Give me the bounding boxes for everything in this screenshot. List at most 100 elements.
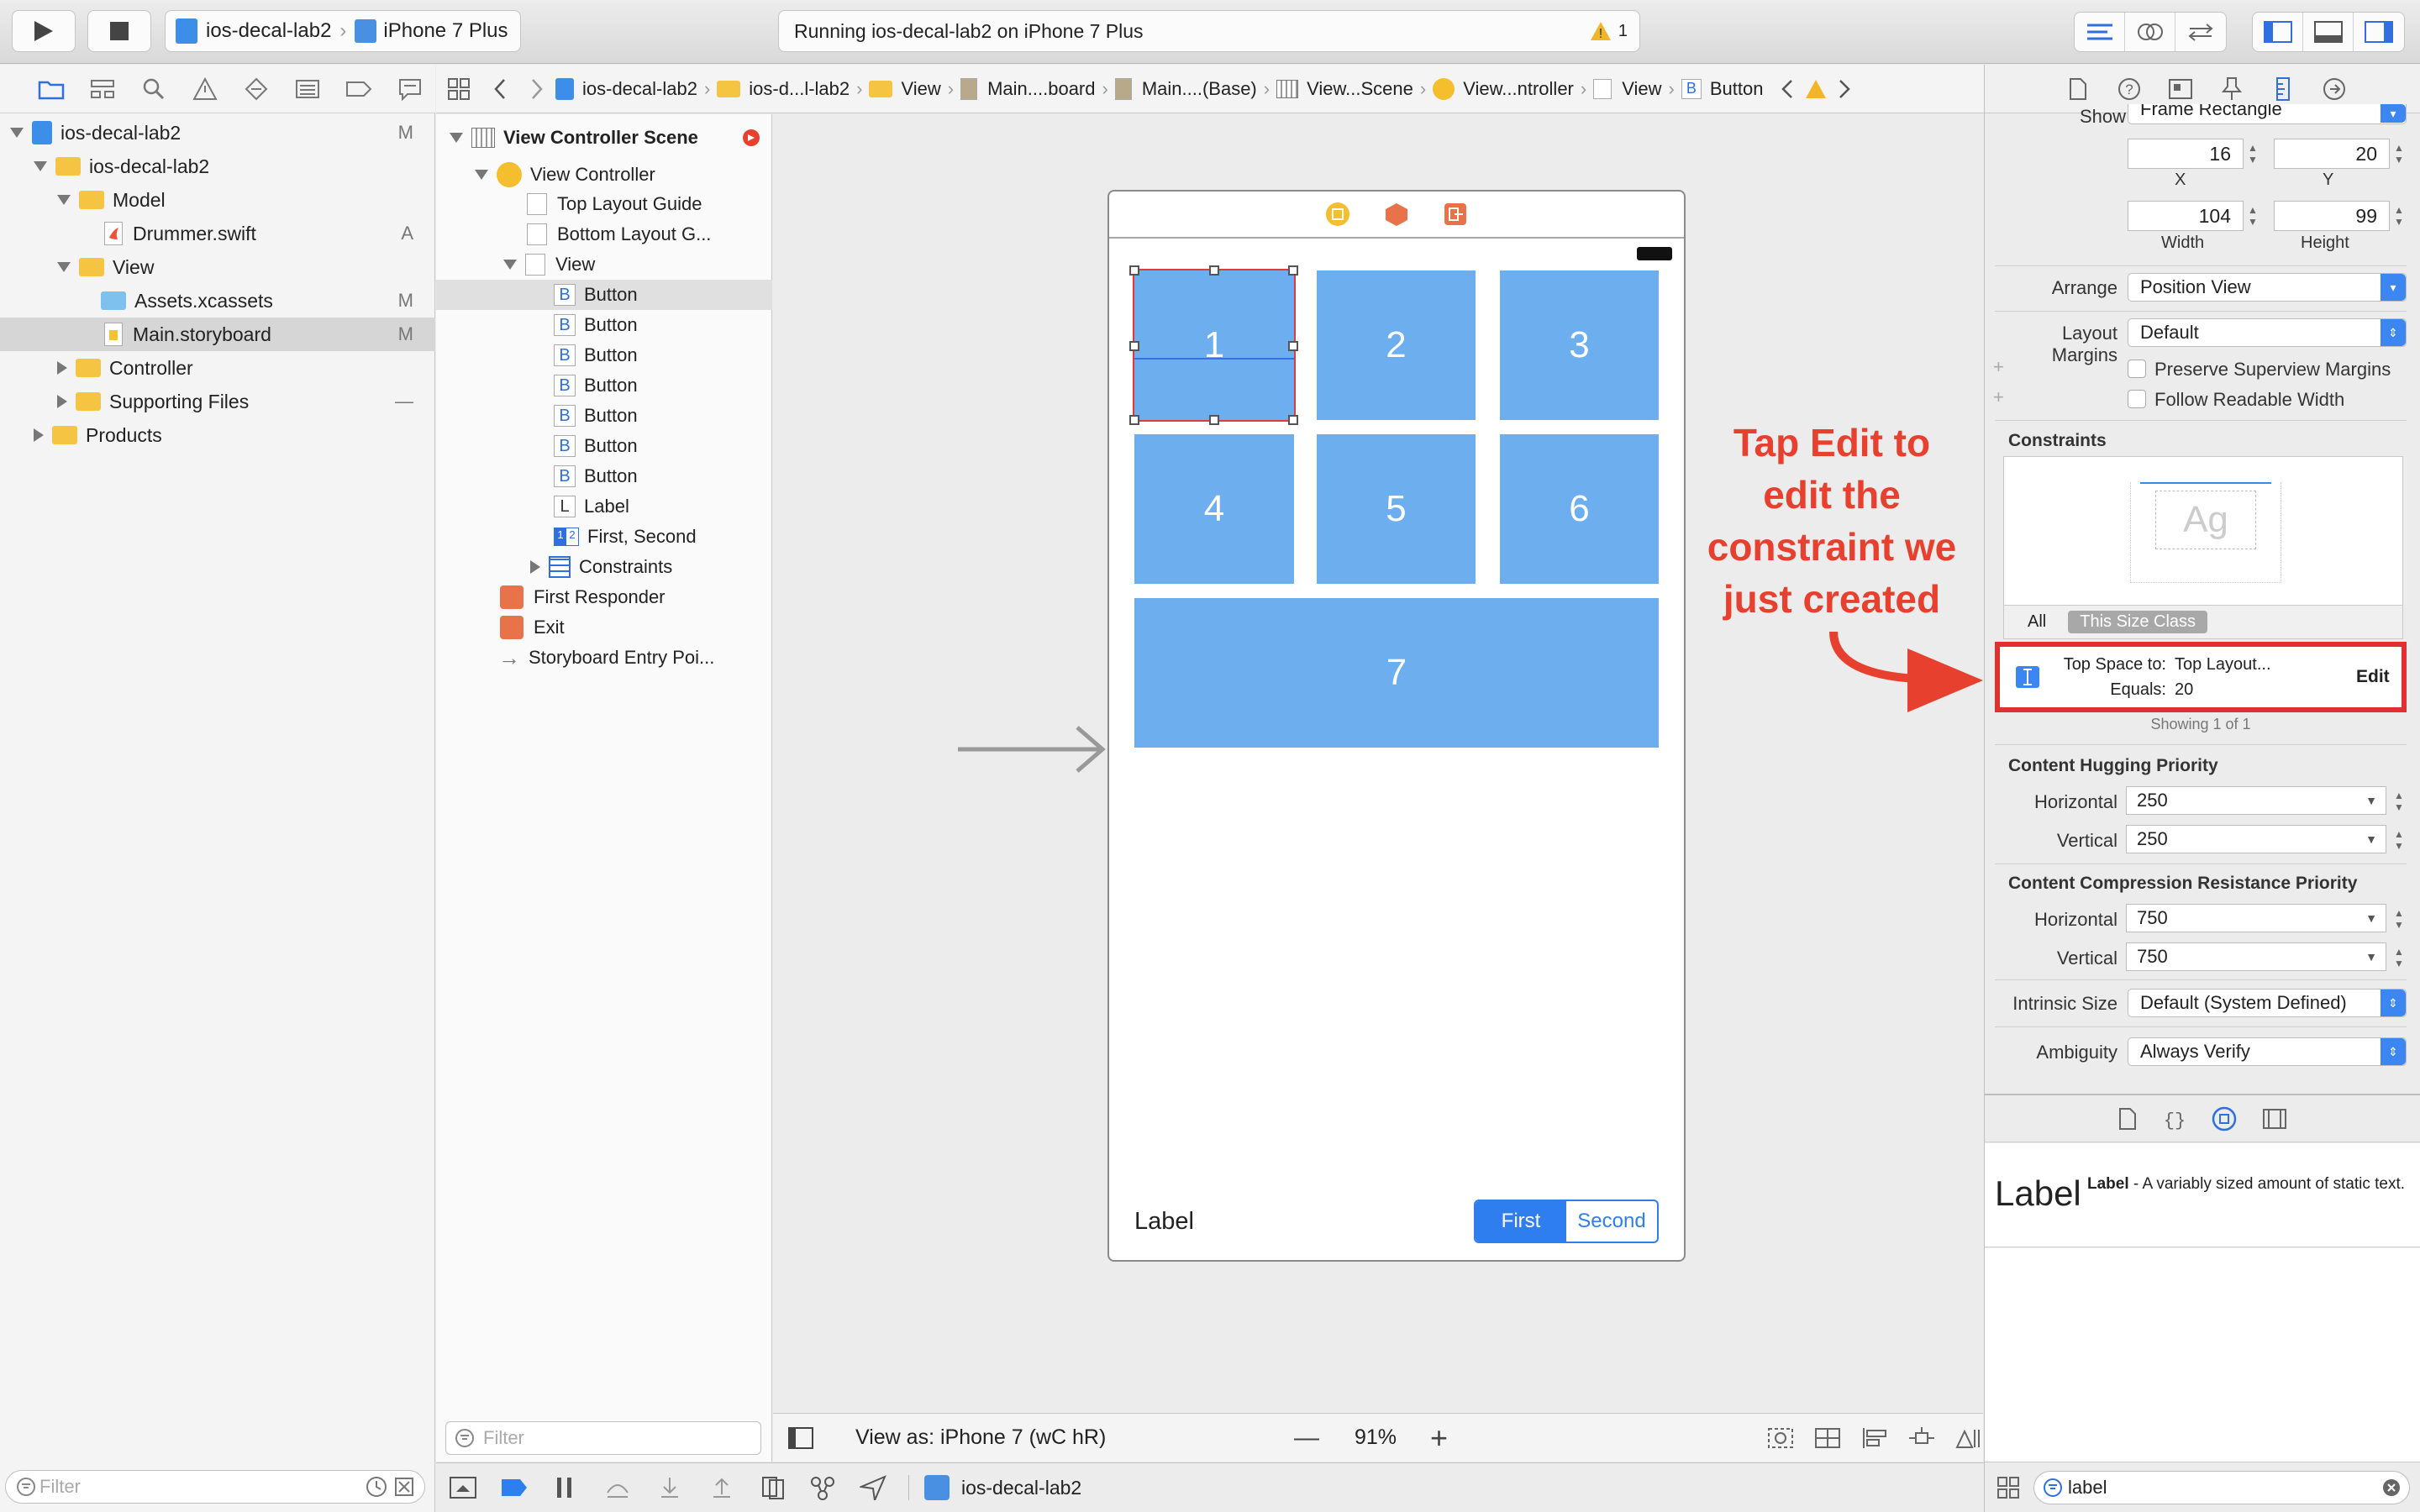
disclosure-down-icon[interactable]: [10, 128, 24, 138]
scope-all[interactable]: All: [2028, 612, 2046, 632]
height-stepper[interactable]: ▲ ▼: [2391, 201, 2407, 231]
resize-handle[interactable]: [1288, 265, 1298, 276]
editor-mode-control[interactable]: [2074, 12, 2227, 52]
resize-handle[interactable]: [1209, 415, 1219, 425]
disclosure-right-icon[interactable]: [57, 361, 67, 375]
breadcrumb-storyboard[interactable]: Main....board: [960, 77, 1096, 100]
outline-button[interactable]: B Button: [436, 461, 772, 491]
embed-stack-icon[interactable]: [1813, 1426, 1842, 1450]
outline-view[interactable]: View: [436, 249, 772, 280]
run-button[interactable]: [12, 10, 76, 52]
width-field[interactable]: 104: [2128, 201, 2244, 231]
step-over-icon[interactable]: [604, 1476, 631, 1499]
clear-search-icon[interactable]: [2382, 1478, 2401, 1497]
nav-item-supporting-files[interactable]: Supporting Files —: [0, 385, 435, 418]
scheme-selector[interactable]: ios-decal-lab2 › iPhone 7 Plus: [165, 10, 521, 52]
button-7[interactable]: 7: [1134, 598, 1659, 748]
outline-filter-input[interactable]: Filter: [445, 1421, 761, 1455]
breadcrumb-group[interactable]: ios-d...l-lab2: [717, 78, 850, 100]
y-stepper[interactable]: ▲ ▼: [2391, 139, 2407, 169]
resize-handle[interactable]: [1129, 415, 1139, 425]
pause-icon[interactable]: [552, 1476, 577, 1499]
disclosure-down-icon[interactable]: [450, 133, 463, 143]
compression-horizontal-stepper[interactable]: ▲ ▼: [2391, 904, 2407, 934]
recent-icon[interactable]: [366, 1476, 387, 1498]
chevron-right-icon[interactable]: [1839, 79, 1851, 99]
ambiguity-popup[interactable]: Always Verify ⇕: [2128, 1037, 2407, 1066]
search-icon[interactable]: [128, 77, 179, 101]
add-icon[interactable]: +: [1993, 356, 2004, 378]
chevron-down-icon[interactable]: ▼: [2365, 950, 2377, 963]
outline-button[interactable]: B Button: [436, 340, 772, 370]
exit-icon[interactable]: [1443, 202, 1468, 227]
button-6[interactable]: 6: [1500, 434, 1659, 584]
compression-horizontal-field[interactable]: 750 ▼: [2126, 904, 2386, 932]
outline-segmented-control[interactable]: 1 2 First, Second: [436, 522, 772, 552]
outline-view-controller[interactable]: View Controller: [436, 160, 772, 190]
show-popup[interactable]: Frame Rectangle ▾: [2128, 104, 2407, 124]
navigator-toggle-icon[interactable]: [2253, 13, 2303, 51]
location-icon[interactable]: [860, 1475, 886, 1500]
folder-icon[interactable]: [25, 78, 76, 100]
resize-handle[interactable]: [1288, 341, 1298, 351]
object-library-icon[interactable]: [2212, 1106, 2237, 1131]
nav-item-project[interactable]: ios-decal-lab2 M: [0, 116, 435, 150]
size-inspector-icon[interactable]: [2257, 76, 2308, 102]
disclosure-down-icon[interactable]: [475, 170, 488, 180]
follow-readable-checkbox[interactable]: [2128, 390, 2146, 408]
assistant-editor-icon[interactable]: [2125, 13, 2175, 51]
resolve-issues-icon[interactable]: [1954, 1426, 1983, 1450]
y-field[interactable]: 20: [2274, 139, 2390, 169]
media-library-icon[interactable]: [2262, 1108, 2287, 1130]
hide-debug-area-icon[interactable]: [450, 1477, 476, 1499]
disclosure-down-icon[interactable]: [57, 195, 71, 205]
chevron-down-icon[interactable]: ▼: [2365, 832, 2377, 846]
arrange-popup[interactable]: Position View ▾: [2128, 273, 2407, 302]
scope-size-class[interactable]: This Size Class: [2068, 611, 2208, 633]
intrinsic-size-popup[interactable]: Default (System Defined) ⇕: [2128, 989, 2407, 1017]
outline-exit[interactable]: Exit: [436, 612, 772, 643]
test-icon[interactable]: [230, 77, 281, 101]
constraint-row-highlight[interactable]: Top Space to: Top Layout... Equals: 20 E…: [1995, 642, 2407, 712]
help-inspector-icon[interactable]: ?: [2103, 77, 2154, 101]
outline-constraints[interactable]: Constraints: [436, 552, 772, 582]
zoom-out-icon[interactable]: —: [1294, 1424, 1319, 1452]
pin-icon[interactable]: [1907, 1426, 1936, 1450]
nav-item-products[interactable]: Products: [0, 418, 435, 452]
view-controller-icon[interactable]: [1325, 202, 1350, 227]
nav-item-controller[interactable]: Controller: [0, 351, 435, 385]
disclosure-down-icon[interactable]: [503, 260, 517, 270]
first-responder-icon[interactable]: [1384, 202, 1409, 227]
forward-arrow-icon[interactable]: [518, 78, 555, 100]
breakpoints-toggle-icon[interactable]: [500, 1477, 529, 1499]
attributes-inspector-icon[interactable]: [2206, 76, 2257, 102]
warning-indicator[interactable]: ! 1: [1590, 21, 1628, 41]
report-icon[interactable]: [384, 77, 435, 101]
nav-item-main-storyboard[interactable]: Main.storyboard M: [0, 318, 435, 351]
segmented-control[interactable]: First Second: [1474, 1200, 1659, 1243]
breadcrumb-view-controller[interactable]: View...ntroller: [1433, 77, 1574, 100]
outline-scene[interactable]: View Controller Scene: [436, 123, 772, 153]
outline-button[interactable]: B Button: [436, 370, 772, 401]
outline-button[interactable]: B Button: [436, 431, 772, 461]
outline-label-item[interactable]: L Label: [436, 491, 772, 522]
warning-icon[interactable]: [1805, 79, 1827, 99]
breadcrumb-view[interactable]: View: [1593, 78, 1662, 100]
identity-inspector-icon[interactable]: [2154, 78, 2206, 100]
navigator-filter-input[interactable]: Filter: [5, 1470, 425, 1504]
view-toggle-control[interactable]: [2252, 12, 2405, 52]
hugging-horizontal-stepper[interactable]: ▲ ▼: [2391, 786, 2407, 816]
hugging-vertical-stepper[interactable]: ▲ ▼: [2391, 825, 2407, 855]
update-frames-icon[interactable]: [1766, 1426, 1795, 1450]
breadcrumb-button[interactable]: B Button: [1681, 78, 1763, 100]
nav-item-drummer-swift[interactable]: Drummer.swift A: [0, 217, 435, 250]
x-field[interactable]: 16: [2128, 139, 2244, 169]
hierarchy-icon[interactable]: [76, 78, 128, 100]
button-3[interactable]: 3: [1500, 270, 1659, 420]
hugging-horizontal-field[interactable]: 250 ▼: [2126, 786, 2386, 815]
standard-editor-icon[interactable]: [2075, 13, 2125, 51]
outline-bottom-layout-guide[interactable]: Bottom Layout G...: [436, 219, 772, 249]
segment-second[interactable]: Second: [1566, 1201, 1657, 1242]
button-2[interactable]: 2: [1317, 270, 1476, 420]
outline-button[interactable]: B Button: [436, 401, 772, 431]
